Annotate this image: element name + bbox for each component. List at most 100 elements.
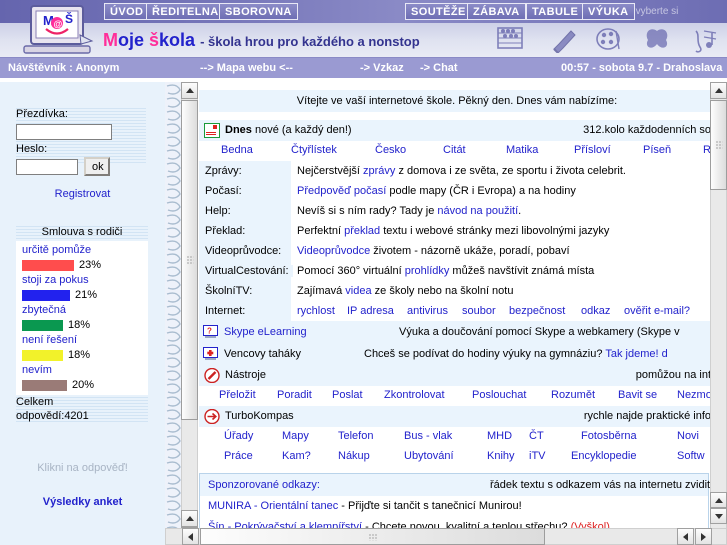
internet-link[interactable]: odkaz [581,305,610,317]
info-row-link[interactable]: překlad [344,225,380,237]
nav-tab-úvod[interactable]: ÚVOD [104,3,150,20]
content-horizontal-scrollbar[interactable] [165,528,727,545]
turbokompas-link[interactable]: ČT [529,430,544,442]
poll-option-label[interactable]: stoji za pokus [22,273,144,287]
info-row-link[interactable]: Předpověď počasí [297,185,386,197]
pencil-icon [553,30,576,53]
poll-option-bar-row: 18% [22,317,144,333]
promo-banner-name[interactable]: Skype eLearning [224,326,307,338]
turbokompas-link[interactable]: Kam? [282,450,311,462]
turbokompas-link[interactable]: Encyklopedie [571,450,636,462]
poll-option-label[interactable]: nevím [22,363,144,377]
scroll-up-button-right-bottom[interactable] [710,492,727,508]
scroll-up-button-left[interactable] [181,82,198,99]
content-vertical-scrollbar-left[interactable] [181,82,198,545]
chat-link[interactable]: -> Chat [420,62,458,74]
info-row-label: Zprávy: [205,165,246,177]
internet-link[interactable]: antivirus [407,305,448,317]
sponsored-link-name[interactable]: MUNIRA - Orientální tanec [208,500,338,512]
visitor-label: Návštěvník : Anonym [8,62,120,74]
info-row-link[interactable]: Videoprůvodce [297,245,370,257]
scroll-right-button[interactable] [695,528,712,545]
promo-banner-row[interactable]: Vencovy taháky Chceš se podívat do hodiny… [199,343,715,365]
internet-link[interactable]: ověřit e-mail? [624,305,690,317]
nav-tab-zábava[interactable]: ZÁBAVA [467,3,526,20]
nastroje-link[interactable]: Poradit [277,389,312,401]
nav-tab-sborovna[interactable]: SBOROVNA [219,3,298,20]
nav-tab-výuka[interactable]: VÝUKA [582,3,635,20]
internet-link[interactable]: IP adresa [347,305,394,317]
info-row-link[interactable]: návod na použití [437,205,518,217]
nav-tab-ředitelna[interactable]: ŘEDITELNA [146,3,225,20]
password-label: Heslo: [16,143,48,155]
register-link[interactable]: Registrovat [0,188,165,200]
turbokompas-link[interactable]: Softw [677,450,705,462]
turbokompas-link[interactable]: Bus - vlak [404,430,452,442]
poll-option-label[interactable]: není řešení [22,333,144,347]
nastroje-link[interactable]: Poslouchat [472,389,526,401]
hscroll-thumb[interactable] [200,528,545,545]
dnes-link[interactable]: Matika [506,144,538,156]
section-header-nastroje: Nástroje pomůžou na int [199,365,715,386]
dnes-link[interactable]: Bedna [221,144,253,156]
scroll-left-button-right-end[interactable] [677,528,694,545]
scroll-up-button-left-bottom[interactable] [181,510,198,527]
turbokompas-link[interactable]: Ubytování [404,450,454,462]
nastroje-link[interactable]: Bavit se [618,389,657,401]
dnes-title-bold: Dnes [225,124,252,136]
turbokompas-link[interactable]: Fotosběrna [581,430,637,442]
turbokompas-link[interactable]: iTV [529,450,546,462]
butterfly-icon [646,29,668,48]
dnes-link[interactable]: Čtyřlístek [291,144,337,156]
nastroje-link[interactable]: Přeložit [219,389,256,401]
content-document: Vítejte ve vaší internetové škole. Pěkný… [199,82,727,539]
info-row-link[interactable]: zprávy [363,165,395,177]
internet-link[interactable]: bezpečnost [509,305,565,317]
nickname-input[interactable] [16,124,112,140]
promo-banner-link[interactable]: d [659,348,668,360]
poll-option-label[interactable]: určitě pomůže [22,243,144,257]
internet-link[interactable]: rychlost [297,305,335,317]
nastroje-link[interactable]: Zkontrolovat [384,389,445,401]
login-submit-button[interactable]: ok [84,157,110,176]
info-row: ŠkolníTV: Zajímavá videa ze školy nebo na… [199,281,715,301]
dnes-link[interactable]: Česko [375,144,406,156]
scroll-grip-icon [715,140,722,150]
nav-tab-tabule[interactable]: TABULE [526,3,585,20]
turbokompas-link[interactable]: MHD [487,430,512,442]
turbokompas-link[interactable]: Nákup [338,450,370,462]
poll-results-link[interactable]: Výsledky anket [0,496,165,508]
sponsored-header: Sponzorované odkazy: řádek textu s odkaz… [200,474,710,496]
arrow-left-icon [683,532,688,541]
scroll-left-button[interactable] [182,528,199,545]
scroll-thumb-left[interactable] [181,100,198,420]
message-link[interactable]: -> Vzkaz [360,62,404,74]
turbokompas-link[interactable]: Novi [677,430,699,442]
turbokompas-link[interactable]: Mapy [282,430,309,442]
poll-bar [22,319,63,331]
dnes-link[interactable]: Citát [443,144,466,156]
nastroje-link[interactable]: Poslat [332,389,363,401]
password-input[interactable] [16,158,78,175]
info-row-link[interactable]: prohlídky [405,265,450,277]
poll-option-label[interactable]: zbytečná [22,303,144,317]
nav-tab-soutěže[interactable]: SOUTĚŽE [405,3,472,20]
scroll-up-button-right[interactable] [710,82,727,99]
sitemap-link[interactable]: --> Mapa webu <-- [200,62,293,74]
scroll-down-button-right[interactable] [710,508,727,524]
dnes-link[interactable]: Píseň [643,144,671,156]
turbokompas-link[interactable]: Telefon [338,430,373,442]
turbokompas-link[interactable]: Knihy [487,450,515,462]
sponsored-link-line[interactable]: MUNIRA - Orientální tanec - Přijďte si t… [200,496,708,517]
dnes-link[interactable]: Přísloví [574,144,611,156]
nastroje-link[interactable]: Rozumět [551,389,595,401]
scroll-thumb-right[interactable] [710,100,727,190]
turbokompas-link[interactable]: Práce [224,450,253,462]
info-row-link[interactable]: videa [345,285,371,297]
site-logo-monitor-icon[interactable]: M @ Š [18,4,94,56]
internet-link[interactable]: soubor [462,305,496,317]
promo-banner-link[interactable]: Tak jdeme! [605,348,658,360]
promo-banner-row[interactable]: ? Skype eLearning Výuka a doučování pomocí… [199,321,715,343]
content-vertical-scrollbar-right[interactable] [710,82,727,545]
turbokompas-link[interactable]: Úřady [224,430,253,442]
